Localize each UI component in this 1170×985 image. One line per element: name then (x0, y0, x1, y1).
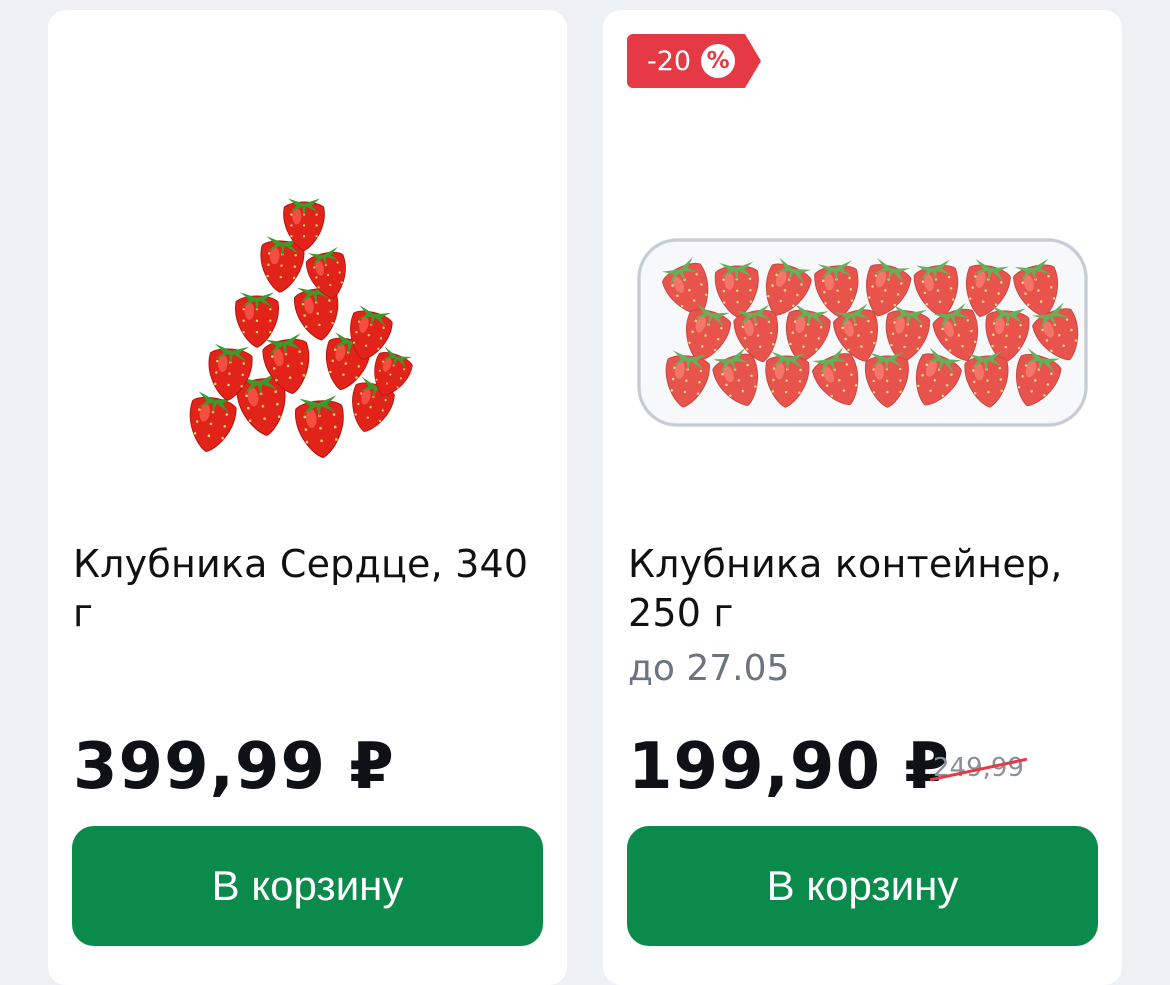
strawberry-pile-image[interactable] (72, 160, 543, 500)
product-card[interactable]: -20 % Клубника контейнер, 250 г до 27.05… (603, 10, 1122, 985)
add-to-cart-button[interactable]: В корзину (627, 826, 1098, 946)
product-title[interactable]: Клубника контейнер, 250 г (628, 540, 1098, 638)
offer-validity: до 27.05 (628, 648, 790, 689)
discount-badge: -20 % (627, 34, 762, 88)
strawberry-container-image[interactable] (627, 160, 1098, 500)
discount-value: -20 (647, 45, 692, 77)
product-title[interactable]: Клубника Сердце, 340 г (73, 540, 543, 638)
old-price: 249,99 (929, 753, 1028, 783)
product-price: 199,90 ₽ (628, 730, 950, 804)
badge-tip (745, 34, 762, 88)
percent-icon: % (701, 44, 736, 78)
product-price: 399,99 ₽ (73, 730, 395, 804)
product-card[interactable]: Клубника Сердце, 340 г 399,99 ₽ В корзин… (48, 10, 567, 985)
add-to-cart-button[interactable]: В корзину (72, 826, 543, 946)
